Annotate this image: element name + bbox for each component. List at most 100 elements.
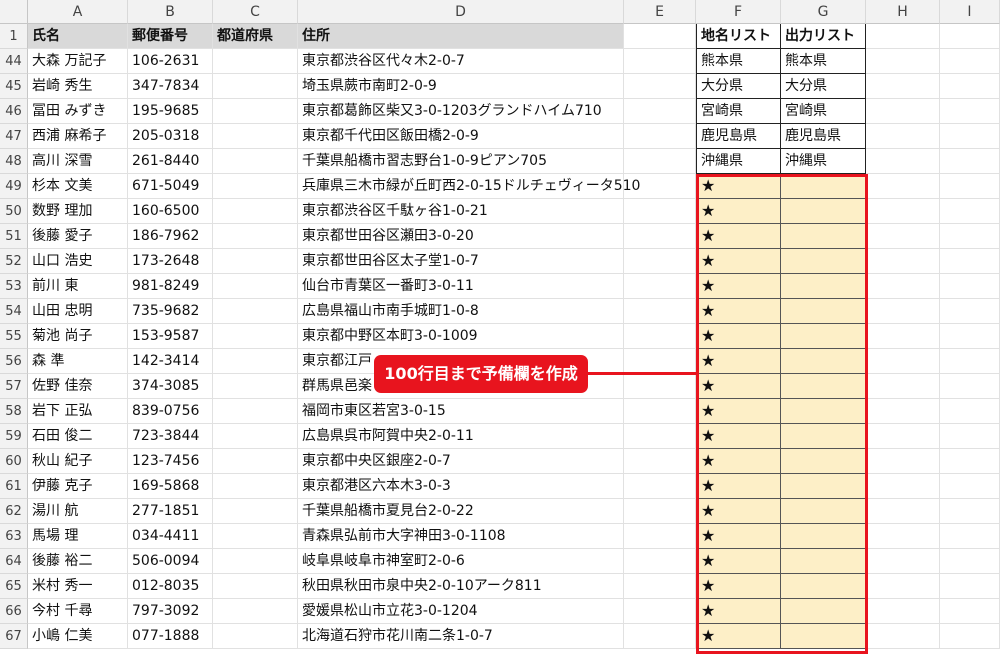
cell-output-list[interactable]: 鹿児島県 <box>781 124 866 149</box>
row-number[interactable]: 58 <box>0 399 28 424</box>
cell-e[interactable] <box>624 174 696 199</box>
cell-name[interactable]: 後藤 愛子 <box>28 224 128 249</box>
cell-place-list[interactable]: 宮崎県 <box>696 99 781 124</box>
cell-i[interactable] <box>940 274 1000 299</box>
column-header-h[interactable]: H <box>866 0 940 24</box>
cell-place-list[interactable]: ★ <box>696 399 781 424</box>
cell-place-list[interactable]: ★ <box>696 424 781 449</box>
cell-prefecture[interactable] <box>213 124 298 149</box>
cell-name[interactable]: 馬場 理 <box>28 524 128 549</box>
cell-e[interactable] <box>624 499 696 524</box>
cell-prefecture[interactable] <box>213 524 298 549</box>
cell-address[interactable]: 兵庫県三木市緑が丘町西2-0-15ドルチェヴィータ510 <box>298 174 640 199</box>
cell-i[interactable] <box>940 49 1000 74</box>
row-number[interactable]: 56 <box>0 349 28 374</box>
cell-e[interactable] <box>624 324 696 349</box>
cell-h[interactable] <box>866 374 940 399</box>
cell-prefecture[interactable] <box>213 599 298 624</box>
cell-e[interactable] <box>624 274 696 299</box>
cell-i[interactable] <box>940 199 1000 224</box>
cell-zip[interactable]: 506-0094 <box>128 549 213 574</box>
row-number[interactable]: 60 <box>0 449 28 474</box>
column-header-e[interactable]: E <box>624 0 696 24</box>
cell-output-list[interactable] <box>781 349 866 374</box>
cell-i[interactable] <box>940 99 1000 124</box>
cell-prefecture[interactable] <box>213 499 298 524</box>
cell-h[interactable] <box>866 449 940 474</box>
row-number[interactable]: 1 <box>0 24 28 49</box>
cell-address[interactable]: 埼玉県蕨市南町2-0-9 <box>298 74 624 99</box>
cell-h[interactable] <box>866 199 940 224</box>
cell-i[interactable] <box>940 224 1000 249</box>
cell-h[interactable] <box>866 474 940 499</box>
cell-e[interactable] <box>624 74 696 99</box>
cell-e[interactable] <box>624 424 696 449</box>
cell-prefecture[interactable] <box>213 574 298 599</box>
row-number[interactable]: 67 <box>0 624 28 649</box>
cell-name[interactable]: 岩下 正弘 <box>28 399 128 424</box>
row-number[interactable]: 47 <box>0 124 28 149</box>
row-number[interactable]: 61 <box>0 474 28 499</box>
cell-h[interactable] <box>866 599 940 624</box>
cell-name[interactable]: 山田 忠明 <box>28 299 128 324</box>
cell-name[interactable]: 石田 俊二 <box>28 424 128 449</box>
cell-h[interactable] <box>866 274 940 299</box>
cell-h[interactable] <box>866 74 940 99</box>
cell-h[interactable] <box>866 299 940 324</box>
cell-i[interactable] <box>940 574 1000 599</box>
cell-place-list[interactable]: ★ <box>696 274 781 299</box>
cell-address[interactable]: 東京都港区六本木3-0-3 <box>298 474 624 499</box>
cell-place-list[interactable]: ★ <box>696 474 781 499</box>
row-number[interactable]: 62 <box>0 499 28 524</box>
cell-address[interactable]: 東京都葛飾区柴又3-0-1203グランドハイム710 <box>298 99 624 124</box>
cell-place-list[interactable]: ★ <box>696 574 781 599</box>
cell-output-list[interactable] <box>781 399 866 424</box>
cell-place-list[interactable]: ★ <box>696 624 781 649</box>
row-number[interactable]: 53 <box>0 274 28 299</box>
cell-h[interactable] <box>866 99 940 124</box>
cell-prefecture[interactable] <box>213 249 298 274</box>
row-number[interactable]: 66 <box>0 599 28 624</box>
column-header-f[interactable]: F <box>696 0 781 24</box>
row-number[interactable]: 50 <box>0 199 28 224</box>
cell-name[interactable]: 前川 東 <box>28 274 128 299</box>
cell-address[interactable]: 千葉県船橋市夏見台2-0-22 <box>298 499 624 524</box>
cell-e[interactable] <box>624 124 696 149</box>
cell-place-list[interactable]: ★ <box>696 349 781 374</box>
cell-e[interactable] <box>624 399 696 424</box>
cell-zip[interactable]: 374-3085 <box>128 374 213 399</box>
cell-h[interactable] <box>866 124 940 149</box>
cell-name[interactable]: 杉本 文美 <box>28 174 128 199</box>
cell-h[interactable] <box>866 499 940 524</box>
cell-zip[interactable]: 173-2648 <box>128 249 213 274</box>
cell-h[interactable] <box>866 349 940 374</box>
cell-name[interactable]: 高川 深雪 <box>28 149 128 174</box>
cell-e[interactable] <box>624 149 696 174</box>
cell-name[interactable]: 菊池 尚子 <box>28 324 128 349</box>
cell-output-list[interactable] <box>781 199 866 224</box>
cell-i[interactable] <box>940 349 1000 374</box>
cell-zip[interactable]: 012-8035 <box>128 574 213 599</box>
cell-name[interactable]: 大森 万記子 <box>28 49 128 74</box>
row-number[interactable]: 51 <box>0 224 28 249</box>
cell-e[interactable] <box>624 599 696 624</box>
cell-place-list[interactable]: ★ <box>696 174 781 199</box>
header-address[interactable]: 住所 <box>298 24 624 49</box>
cell-e[interactable] <box>624 624 696 649</box>
cell-output-list[interactable] <box>781 374 866 399</box>
cell-address[interactable]: 千葉県船橋市習志野台1-0-9ピアン705 <box>298 149 624 174</box>
cell-output-list[interactable]: 沖縄県 <box>781 149 866 174</box>
cell-output-list[interactable] <box>781 549 866 574</box>
header-output-list[interactable]: 出力リスト <box>781 24 866 49</box>
row-number[interactable]: 59 <box>0 424 28 449</box>
cell-place-list[interactable]: 大分県 <box>696 74 781 99</box>
cell-e[interactable] <box>624 249 696 274</box>
cell-h[interactable] <box>866 424 940 449</box>
cell-name[interactable]: 米村 秀一 <box>28 574 128 599</box>
row-number[interactable]: 65 <box>0 574 28 599</box>
row-number[interactable]: 57 <box>0 374 28 399</box>
cell-place-list[interactable]: 鹿児島県 <box>696 124 781 149</box>
cell-i[interactable] <box>940 149 1000 174</box>
cell-zip[interactable]: 277-1851 <box>128 499 213 524</box>
cell-place-list[interactable]: ★ <box>696 599 781 624</box>
